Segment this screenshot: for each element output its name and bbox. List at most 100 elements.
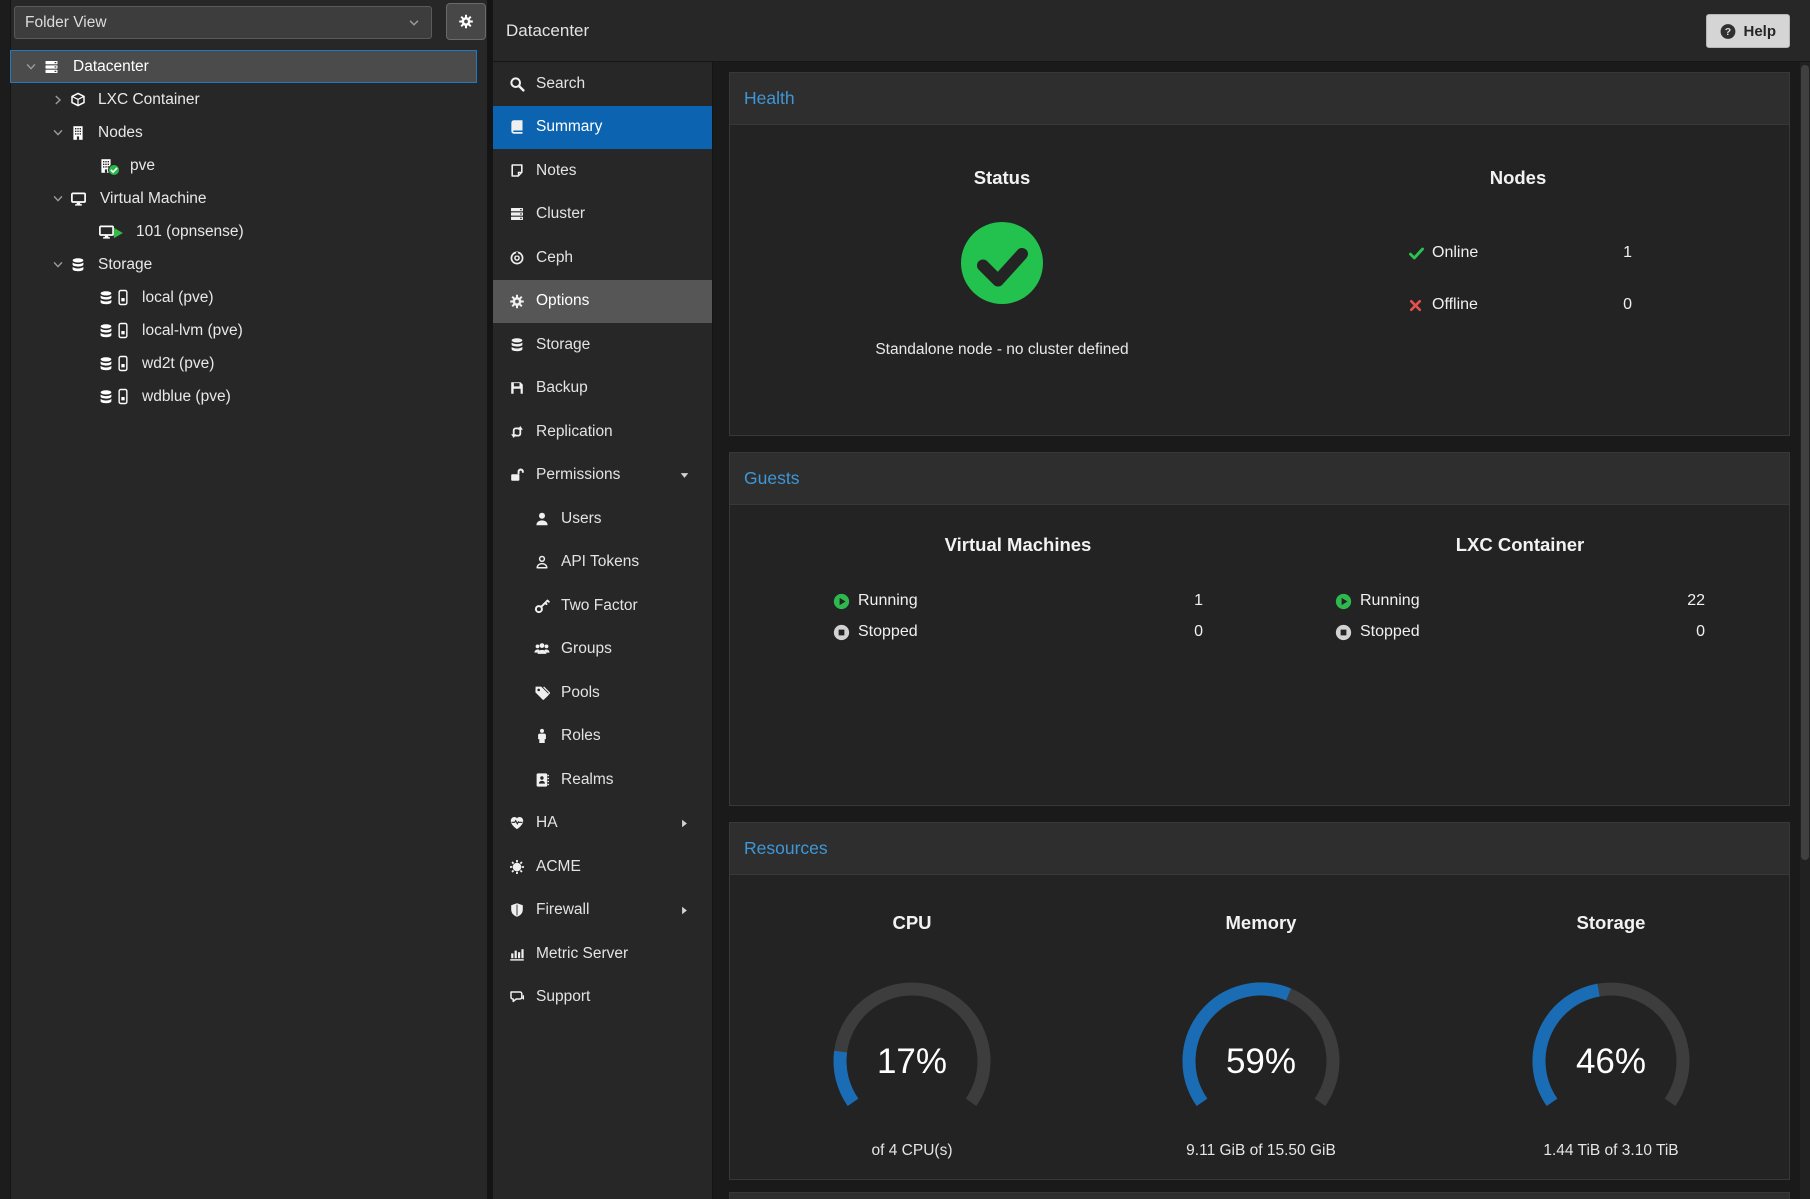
menu-item-replication[interactable]: Replication bbox=[493, 410, 712, 454]
menu-item-api-tokens[interactable]: API Tokens bbox=[493, 541, 712, 585]
caret-down-icon[interactable] bbox=[50, 191, 66, 207]
health-section: Health Status Standalone node - no clust… bbox=[729, 72, 1790, 436]
key-icon bbox=[534, 598, 550, 614]
tree-item-pve[interactable]: pve bbox=[10, 149, 477, 182]
menu-item-summary[interactable]: Summary bbox=[493, 106, 712, 150]
menu-item-pools[interactable]: Pools bbox=[493, 671, 712, 715]
page-title: Datacenter bbox=[506, 21, 589, 41]
ceph-icon bbox=[509, 250, 525, 266]
play-circle-icon bbox=[1335, 593, 1352, 610]
stop-circle-icon bbox=[833, 624, 850, 641]
heartbeat-icon bbox=[509, 815, 525, 831]
gear-icon bbox=[509, 293, 525, 309]
datacenter-menu: Search Summary Notes Cluster CephOptions Stor… bbox=[493, 62, 713, 1199]
tree-item-storage[interactable]: Storage bbox=[10, 248, 477, 281]
menu-item-label: Firewall bbox=[536, 901, 589, 919]
caret-right-icon[interactable] bbox=[50, 92, 66, 108]
menu-item-search[interactable]: Search bbox=[493, 62, 712, 106]
tree-item-datacenter[interactable]: Datacenter bbox=[10, 50, 477, 83]
menu-item-ha[interactable]: HA bbox=[493, 802, 712, 846]
svg-text:59%: 59% bbox=[1226, 1042, 1296, 1081]
play-circle-icon bbox=[833, 593, 850, 610]
menu-item-acme[interactable]: ACME bbox=[493, 845, 712, 889]
menu-item-label: Storage bbox=[536, 336, 590, 354]
tree-item-wd2t-pve[interactable]: wd2t (pve) bbox=[10, 347, 477, 380]
menu-item-notes[interactable]: Notes bbox=[493, 149, 712, 193]
storage-disk-icon bbox=[98, 290, 130, 306]
menu-item-firewall[interactable]: Firewall bbox=[493, 889, 712, 933]
caret-down-icon[interactable] bbox=[23, 59, 39, 75]
content-area: Health Status Standalone node - no clust… bbox=[713, 62, 1810, 1199]
status-heading: Status bbox=[802, 167, 1202, 189]
building-check-icon bbox=[98, 158, 118, 174]
guests-section-title: Guests bbox=[744, 468, 799, 488]
resource-tree: DatacenterLXC ContainerNodes pve Virtual M… bbox=[0, 50, 487, 413]
tree-item-wdblue-pve[interactable]: wdblue (pve) bbox=[10, 380, 477, 413]
tree-item-local-lvm-pve[interactable]: local-lvm (pve) bbox=[10, 314, 477, 347]
tree-item-label: pve bbox=[130, 157, 155, 175]
menu-item-ceph[interactable]: Ceph bbox=[493, 236, 712, 280]
help-button[interactable]: ? Help bbox=[1706, 14, 1790, 48]
gauge-arc: 46% bbox=[1501, 969, 1721, 1119]
content-scrollbar-thumb[interactable] bbox=[1801, 65, 1809, 860]
database-icon bbox=[70, 257, 86, 273]
status-ok-icon bbox=[960, 221, 1044, 305]
database-icon bbox=[509, 337, 525, 353]
badge-icon bbox=[509, 859, 525, 875]
tree-item-101-opnsense[interactable]: 101 (opnsense) bbox=[10, 215, 477, 248]
tree-item-label: Storage bbox=[98, 256, 152, 274]
content-scrollbar[interactable] bbox=[1800, 62, 1810, 1199]
triangle-down-icon bbox=[679, 470, 690, 481]
tree-item-nodes[interactable]: Nodes bbox=[10, 116, 477, 149]
menu-item-label: Realms bbox=[561, 771, 614, 789]
user-icon bbox=[534, 511, 550, 527]
gear-icon bbox=[458, 14, 474, 30]
caret-down-icon[interactable] bbox=[50, 257, 66, 273]
menu-item-permissions[interactable]: Permissions bbox=[493, 454, 712, 498]
cube-icon bbox=[70, 92, 86, 108]
menu-item-storage[interactable]: Storage bbox=[493, 323, 712, 367]
menu-item-label: Two Factor bbox=[561, 597, 638, 615]
view-mode-select[interactable]: Folder View bbox=[14, 6, 432, 39]
tree-item-lxc-container[interactable]: LXC Container bbox=[10, 83, 477, 116]
tree-settings-button[interactable] bbox=[446, 3, 486, 40]
proxmox-datacenter-view: Folder View DatacenterLXC ContainerNodes… bbox=[0, 0, 1810, 1199]
gauge-arc: 17% bbox=[802, 969, 1022, 1119]
resource-heading: CPU bbox=[742, 912, 1082, 934]
nodes-heading: Nodes bbox=[1318, 167, 1718, 189]
tree-item-local-pve[interactable]: local (pve) bbox=[10, 281, 477, 314]
storage-disk-icon bbox=[98, 356, 130, 372]
menu-item-realms[interactable]: Realms bbox=[493, 758, 712, 802]
menu-item-backup[interactable]: Backup bbox=[493, 367, 712, 411]
guest-row-stopped: Stopped0 bbox=[833, 619, 1203, 645]
stop-circle-icon bbox=[1335, 624, 1352, 641]
tree-item-label: wdblue (pve) bbox=[142, 388, 231, 406]
menu-item-options[interactable]: Options bbox=[493, 280, 712, 324]
note-icon bbox=[509, 163, 525, 179]
menu-item-metric-server[interactable]: Metric Server bbox=[493, 932, 712, 976]
menu-item-label: API Tokens bbox=[561, 553, 639, 571]
menu-item-label: Summary bbox=[536, 118, 602, 136]
menu-item-label: ACME bbox=[536, 858, 581, 876]
menu-item-cluster[interactable]: Cluster bbox=[493, 193, 712, 237]
tree-item-label: local-lvm (pve) bbox=[142, 322, 243, 340]
menu-item-label: Cluster bbox=[536, 205, 585, 223]
tree-item-virtual-machine[interactable]: Virtual Machine bbox=[10, 182, 477, 215]
node-status-value: 0 bbox=[1623, 296, 1632, 314]
node-status-value: 1 bbox=[1623, 244, 1632, 262]
resources-section-title: Resources bbox=[744, 838, 828, 858]
menu-item-label: Permissions bbox=[536, 466, 620, 484]
menu-item-label: Users bbox=[561, 510, 601, 528]
svg-text:?: ? bbox=[1725, 26, 1731, 38]
nodes-status-column: Nodes Online1Offline0 bbox=[1318, 125, 1718, 435]
menu-item-groups[interactable]: Groups bbox=[493, 628, 712, 672]
caret-down-icon[interactable] bbox=[50, 125, 66, 141]
guest-row-label: Running bbox=[1360, 592, 1420, 610]
menu-item-users[interactable]: Users bbox=[493, 497, 712, 541]
guest-row-value: 22 bbox=[1687, 592, 1705, 610]
menu-item-two-factor[interactable]: Two Factor bbox=[493, 584, 712, 628]
menu-item-support[interactable]: Support bbox=[493, 976, 712, 1020]
menu-item-roles[interactable]: Roles bbox=[493, 715, 712, 759]
menu-item-label: Replication bbox=[536, 423, 613, 441]
question-icon: ? bbox=[1720, 23, 1736, 39]
